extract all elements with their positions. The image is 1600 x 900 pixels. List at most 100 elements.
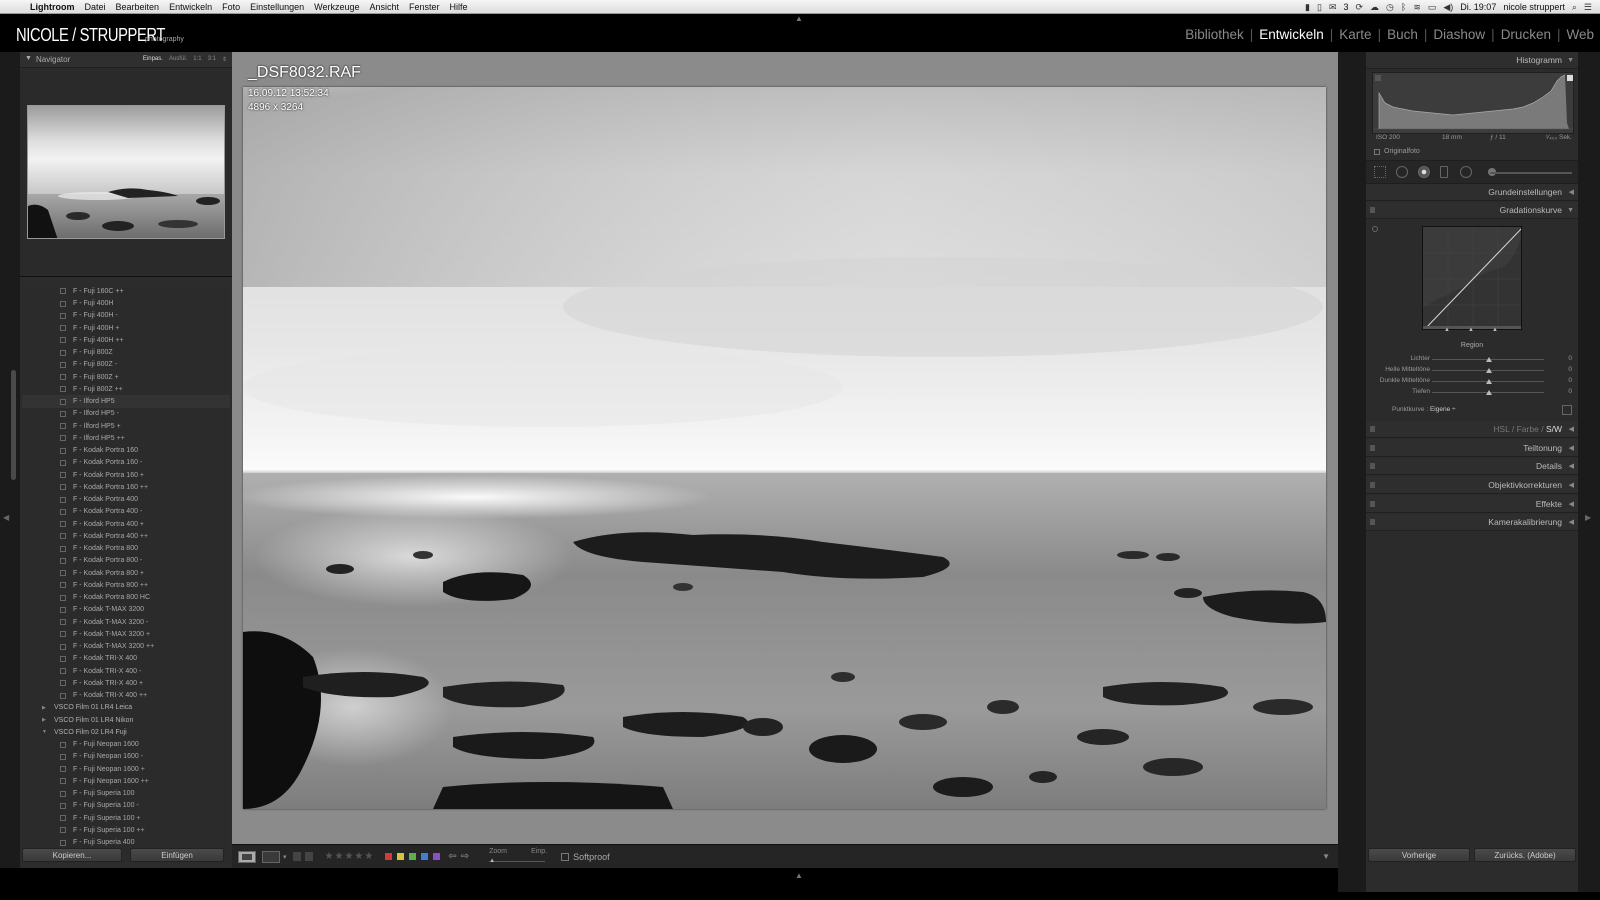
panel-effekte[interactable]: Effekte ◀	[1366, 496, 1578, 513]
menu-ansicht[interactable]: Ansicht	[365, 2, 405, 12]
expand-icon[interactable]: ◀	[1569, 421, 1574, 438]
color-label-green[interactable]	[409, 853, 417, 860]
panel-hsl[interactable]: HSL / Farbe / S/W ◀	[1366, 421, 1578, 438]
point-curve-edit-icon[interactable]	[1562, 405, 1572, 415]
preset-item[interactable]: F - Ilford HP5	[22, 395, 230, 408]
sync-icon[interactable]: ⟳	[1356, 2, 1364, 13]
preset-item[interactable]: F - Ilford HP5 -	[22, 408, 230, 421]
preset-item[interactable]: F - Kodak Portra 400 +	[22, 518, 230, 531]
panel-kamerakalibrierung[interactable]: Kamerakalibrierung ◀	[1366, 514, 1578, 531]
volume-icon[interactable]: ◀)	[1443, 2, 1453, 13]
histogram-graph[interactable]	[1372, 72, 1574, 134]
panel-grundeinstellungen[interactable]: Grundeinstellungen ◀	[1366, 184, 1578, 201]
previous-photo-icon[interactable]: ⇦	[448, 851, 456, 862]
preset-item[interactable]: F - Kodak Portra 160 ++	[22, 481, 230, 494]
tab-sw[interactable]: S/W	[1546, 424, 1562, 434]
preset-folder[interactable]: ▶ VSCO Film 01 LR4 Nikon	[22, 714, 230, 727]
loupe-view-icon[interactable]	[238, 850, 256, 863]
spotlight-search-icon[interactable]: ⌕	[1572, 2, 1577, 13]
preset-item[interactable]: F - Fuji Neopan 1600 -	[22, 751, 230, 764]
menu-foto[interactable]: Foto	[217, 2, 245, 12]
user-name[interactable]: nicole struppert	[1503, 2, 1565, 12]
zoom-fill[interactable]: Ausfül.	[169, 56, 187, 63]
crop-tool-icon[interactable]	[1374, 166, 1386, 178]
slider-thumb-icon[interactable]	[1486, 390, 1492, 395]
preset-item[interactable]: F - Kodak Portra 160 +	[22, 469, 230, 482]
softproof-checkbox[interactable]	[561, 852, 570, 861]
preset-item[interactable]: F - Fuji Superia 100 ++	[22, 824, 230, 837]
disclosure-closed-icon[interactable]: ▶	[42, 717, 48, 723]
preset-item[interactable]: F - Kodak Portra 400 -	[22, 506, 230, 519]
expand-icon[interactable]: ◀	[1569, 496, 1574, 513]
preset-item[interactable]: F - Kodak Portra 800 HC	[22, 591, 230, 604]
preset-item[interactable]: F - Kodak TRI-X 400 ++	[22, 689, 230, 702]
notification-icon[interactable]: ✉	[1329, 2, 1337, 13]
module-diashow[interactable]: Diashow	[1433, 27, 1485, 42]
zoom-fit[interactable]: Einpas.	[143, 56, 163, 63]
expand-filmstrip-icon[interactable]: ▲	[795, 871, 803, 880]
menu-fenster[interactable]: Fenster	[404, 2, 445, 12]
graduated-filter-icon[interactable]	[1440, 166, 1448, 178]
preset-item[interactable]: F - Fuji 800Z	[22, 346, 230, 359]
clock[interactable]: Di. 19:07	[1460, 2, 1496, 12]
color-label-purple[interactable]	[433, 853, 441, 860]
preset-item[interactable]: F - Fuji 800Z -	[22, 359, 230, 372]
preset-item[interactable]: F - Fuji Neopan 1600	[22, 738, 230, 751]
collapse-top-icon[interactable]: ▲	[795, 14, 803, 23]
color-label-blue[interactable]	[421, 853, 429, 860]
slider-thumb-icon[interactable]	[1486, 357, 1492, 362]
preset-item[interactable]: F - Fuji Superia 400	[22, 836, 230, 849]
document-icon[interactable]: ▮	[1305, 2, 1310, 13]
panel-switch-icon[interactable]	[1370, 519, 1375, 525]
preset-item[interactable]: F - Fuji 400H +	[22, 322, 230, 335]
preset-item[interactable]: F - Fuji 400H	[22, 297, 230, 310]
menu-hilfe[interactable]: Hilfe	[445, 2, 473, 12]
preset-folder[interactable]: ▶ VSCO Film 01 LR4 Leica	[22, 702, 230, 715]
highlight-clipping-icon[interactable]	[1567, 75, 1573, 81]
reject-flag-icon[interactable]	[304, 852, 313, 861]
time-machine-icon[interactable]: ◷	[1386, 2, 1394, 13]
target-adjust-icon[interactable]	[1372, 226, 1378, 232]
zoom-slider[interactable]	[489, 860, 546, 862]
preset-item[interactable]: F - Fuji Superia 100	[22, 787, 230, 800]
menu-bearbeiten[interactable]: Bearbeiten	[111, 2, 165, 12]
display-icon[interactable]: ▭	[1428, 2, 1437, 13]
curve-lichter-value[interactable]: 0	[1568, 355, 1572, 362]
paste-settings-button[interactable]: Einfügen	[130, 848, 224, 862]
preset-item[interactable]: F - Kodak T-MAX 3200 +	[22, 628, 230, 641]
preset-item[interactable]: F - Kodak Portra 800 -	[22, 555, 230, 568]
tab-hsl[interactable]: HSL	[1493, 424, 1509, 434]
previous-settings-button[interactable]: Vorherige	[1368, 848, 1470, 862]
module-bibliothek[interactable]: Bibliothek	[1185, 27, 1244, 42]
left-scrollbar[interactable]	[11, 370, 16, 480]
preset-item[interactable]: F - Ilford HP5 ++	[22, 432, 230, 445]
preset-item[interactable]: F - Fuji 160C ++	[22, 286, 230, 298]
preset-item[interactable]: F - Kodak Portra 160	[22, 444, 230, 457]
panel-switch-icon[interactable]	[1370, 207, 1375, 213]
navigator-thumbnail[interactable]	[27, 105, 225, 239]
original-photo-checkbox[interactable]	[1374, 148, 1380, 155]
cloud-icon[interactable]: ☁	[1370, 2, 1379, 13]
split-point-mid-icon[interactable]: ▲	[1468, 327, 1474, 333]
expand-icon[interactable]: ◀	[1569, 477, 1574, 494]
shadow-clipping-icon[interactable]	[1375, 75, 1381, 81]
preset-item[interactable]: F - Kodak Portra 800 +	[22, 567, 230, 580]
preset-item[interactable]: F - Kodak Portra 800 ++	[22, 579, 230, 592]
preset-item[interactable]: F - Kodak Portra 400	[22, 493, 230, 506]
chevron-down-icon[interactable]: ▾	[283, 853, 287, 861]
preset-item[interactable]: F - Kodak T-MAX 3200 -	[22, 616, 230, 629]
module-drucken[interactable]: Drucken	[1501, 27, 1551, 42]
menu-datei[interactable]: Datei	[80, 2, 111, 12]
flag-icon[interactable]	[292, 852, 301, 861]
curve-tiefen-value[interactable]: 0	[1568, 388, 1572, 395]
preset-item[interactable]: F - Fuji Neopan 1600 ++	[22, 775, 230, 788]
panel-objektivkorrekturen[interactable]: Objektivkorrekturen ◀	[1366, 477, 1578, 494]
menu-werkzeuge[interactable]: Werkzeuge	[309, 2, 364, 12]
wifi-icon[interactable]: ≋	[1413, 2, 1421, 13]
preset-item[interactable]: F - Fuji 400H -	[22, 310, 230, 323]
preset-item[interactable]: F - Kodak TRI-X 400	[22, 653, 230, 666]
split-point-highlights-icon[interactable]: ▲	[1492, 327, 1498, 333]
panel-gradationskurve[interactable]: Gradationskurve ▼	[1366, 202, 1578, 219]
collapse-left-icon[interactable]: ◀	[3, 513, 9, 522]
module-entwickeln[interactable]: Entwickeln	[1259, 27, 1324, 42]
